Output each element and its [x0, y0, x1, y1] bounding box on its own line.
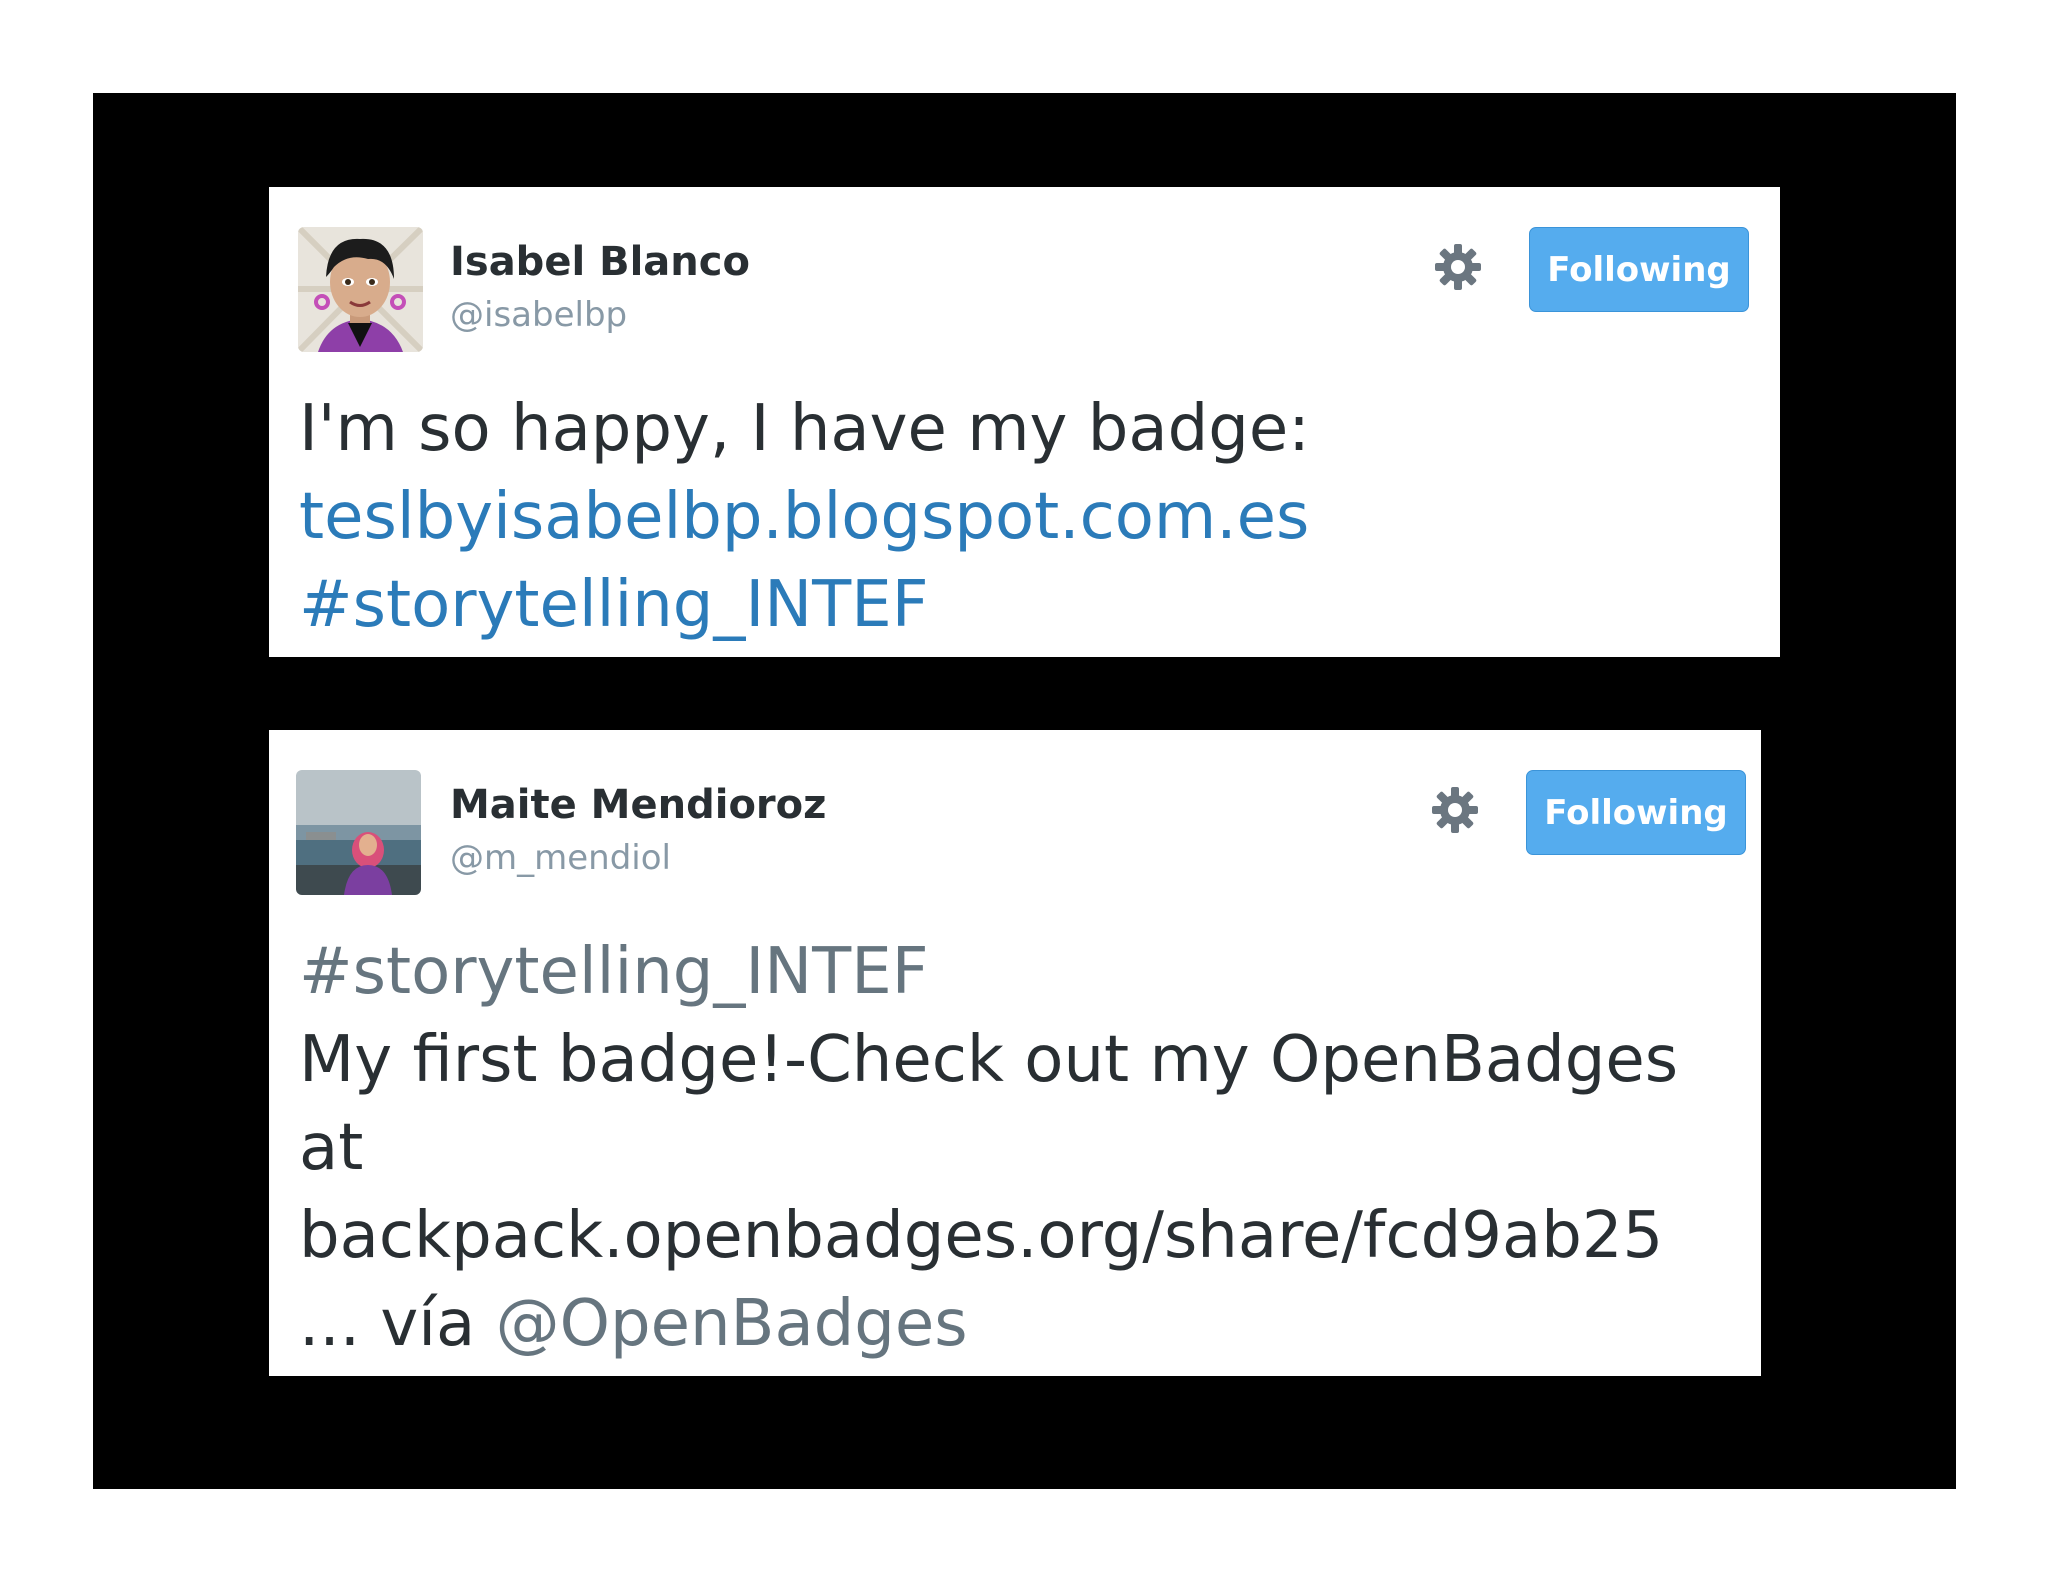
avatar[interactable]: [298, 227, 423, 352]
avatar-cartoon-image: [298, 227, 423, 352]
author-handle[interactable]: @isabelbp: [450, 295, 627, 335]
tweet-text-line: My first badge!-Check out my OpenBadges: [299, 1023, 1679, 1097]
tweet-text-line: at: [299, 1111, 364, 1185]
tweet-card: Maite Mendioroz @m_mendiol Following #st…: [269, 730, 1761, 1376]
following-button[interactable]: Following: [1529, 227, 1749, 312]
tweet-link[interactable]: backpack.openbadges.org/share/fcd9ab25: [299, 1192, 1759, 1280]
following-button[interactable]: Following: [1526, 770, 1746, 855]
tweet-text-line: ... vía @OpenBadges: [299, 1280, 1759, 1368]
gear-icon[interactable]: [1429, 784, 1481, 836]
author-handle[interactable]: @m_mendiol: [450, 838, 671, 878]
author-name[interactable]: Isabel Blanco: [450, 239, 750, 285]
tweet-card: Isabel Blanco @isabelbp Following I'm so…: [269, 187, 1780, 657]
avatar[interactable]: [296, 770, 421, 895]
tweet-text: I'm so happy, I have my badge: teslbyisa…: [299, 385, 1759, 649]
tweet-hashtag[interactable]: #storytelling_INTEF: [299, 561, 1759, 649]
tweet-link[interactable]: teslbyisabelbp.blogspot.com.es: [299, 473, 1759, 561]
mention-link[interactable]: @OpenBadges: [496, 1287, 968, 1361]
author-name[interactable]: Maite Mendioroz: [450, 782, 826, 828]
via-prefix: ... vía: [299, 1287, 496, 1361]
avatar-photo-image: [296, 770, 421, 895]
tweet-text: #storytelling_INTEF My first badge!-Chec…: [299, 928, 1759, 1368]
tweet-text-line: I'm so happy, I have my badge:: [299, 392, 1310, 466]
gear-icon[interactable]: [1432, 241, 1484, 293]
tweet-hashtag[interactable]: #storytelling_INTEF: [299, 928, 1759, 1016]
